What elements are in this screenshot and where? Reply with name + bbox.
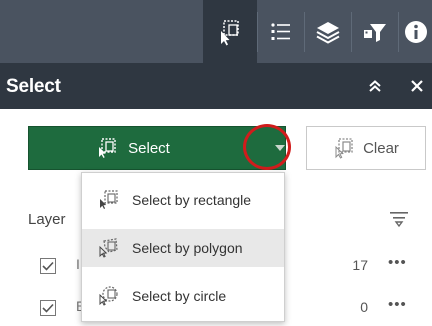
filter-icon: [361, 18, 389, 46]
select-mode-dropdown-menu: Select by rectangle Select by polygon Se…: [81, 172, 285, 322]
clear-selection-icon: [333, 137, 355, 159]
layer-selected-count: 17: [352, 257, 368, 273]
close-icon[interactable]: [406, 75, 428, 97]
clear-button-label: Clear: [363, 139, 399, 157]
layer-name: I: [76, 256, 80, 272]
menu-item-select-by-circle[interactable]: Select by circle: [82, 277, 284, 315]
select-button-label: Select: [128, 139, 170, 157]
panel-header: Select: [0, 63, 432, 109]
highlight-circle: [243, 124, 291, 170]
double-chevron-up-icon[interactable]: [364, 75, 386, 97]
layers-label: Layer: [28, 211, 66, 228]
layer-selected-count: 0: [360, 299, 368, 315]
legend-button[interactable]: [258, 0, 304, 63]
layer-list-button[interactable]: [305, 0, 351, 63]
rectangle-select-icon: [96, 189, 120, 211]
menu-item-select-by-polygon[interactable]: Select by polygon: [82, 229, 284, 267]
legend-icon: [268, 19, 294, 45]
select-button-main[interactable]: Select: [29, 127, 237, 169]
filter-button[interactable]: [352, 0, 398, 63]
menu-item-select-by-rectangle[interactable]: Select by rectangle: [82, 181, 284, 219]
polygon-select-icon: [96, 237, 120, 259]
select-tool-button[interactable]: [203, 0, 257, 63]
menu-item-label: Select by polygon: [132, 240, 243, 256]
info-icon: [403, 19, 429, 45]
widget-toolbar: [0, 0, 432, 63]
layers-icon: [314, 18, 342, 46]
select-tool-icon: [215, 17, 245, 47]
menu-item-label: Select by rectangle: [132, 192, 252, 208]
menu-item-label: Select by circle: [132, 288, 227, 304]
panel-title: Select: [6, 76, 61, 97]
circle-select-icon: [96, 285, 120, 307]
layer-checkbox[interactable]: [40, 258, 56, 274]
info-button[interactable]: [399, 0, 432, 63]
sort-filter-icon[interactable]: [388, 208, 410, 230]
clear-button[interactable]: Clear: [306, 126, 426, 170]
layer-checkbox[interactable]: [40, 300, 56, 316]
more-options-icon[interactable]: •••: [388, 254, 407, 271]
more-options-icon[interactable]: •••: [388, 296, 407, 313]
select-button-icon: [96, 137, 118, 159]
